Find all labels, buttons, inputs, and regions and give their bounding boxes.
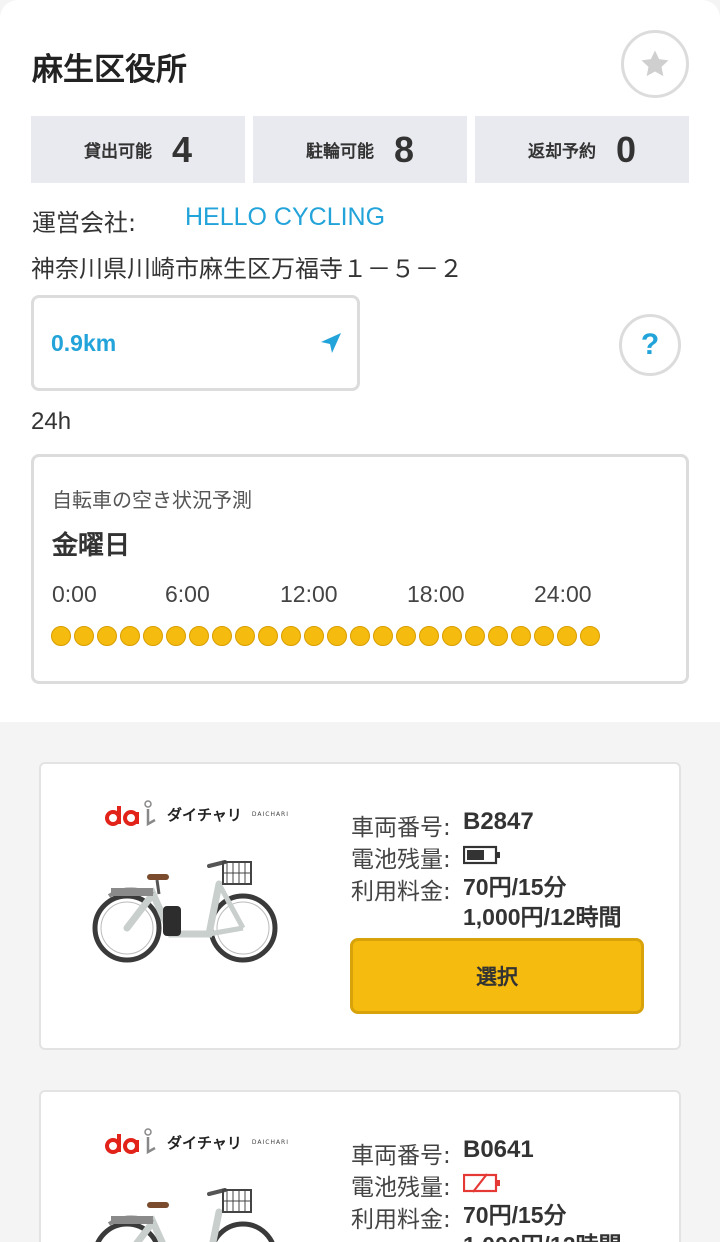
bike-number: B0641 — [463, 1136, 534, 1163]
fee-rate-long: 1,000円/12時間 — [463, 904, 622, 930]
brand-roman: DAICHARI — [251, 1138, 289, 1146]
time-tick: 6:00 — [165, 581, 210, 607]
stat-value: 8 — [393, 128, 415, 170]
opening-hours: 24h — [31, 408, 72, 435]
brand-kana: ダイチャリ — [167, 1133, 242, 1152]
forecast-dot — [350, 626, 370, 646]
forecast-dot — [373, 626, 393, 646]
daichari-logo-icon — [105, 1128, 156, 1155]
time-tick: 0:00 — [52, 581, 97, 607]
distance-value: 0.9km — [51, 330, 117, 356]
fee-label: 利用料金: — [351, 879, 451, 905]
forecast-time-axis: 0:00 6:00 12:00 18:00 24:00 — [34, 581, 686, 611]
forecast-dot — [534, 626, 554, 646]
battery-row: 電池残量: — [351, 840, 622, 873]
brand-roman: DAICHARI — [251, 810, 289, 818]
bike-number: B2847 — [463, 808, 534, 835]
fee-row: 利用料金: 70円/15分 1,000円/12時間 — [351, 1200, 622, 1242]
bike-number-row: 車両番号: B0641 — [351, 1136, 622, 1169]
bike-card: ダイチャリ DAICHARI 車両番号: B2847 電池残量: 利用料金: 7… — [39, 762, 681, 1050]
availability-forecast: 自転車の空き状況予測 金曜日 0:00 6:00 12:00 18:00 24:… — [31, 454, 689, 684]
fee-rate-short: 70円/15分 — [463, 874, 567, 900]
forecast-dot — [488, 626, 508, 646]
forecast-dot — [465, 626, 485, 646]
brand-logo: ダイチャリ DAICHARI — [103, 1126, 289, 1158]
operator-row: 運営会社: HELLO CYCLING — [32, 203, 385, 238]
forecast-dot — [419, 626, 439, 646]
stat-label: 駐輪可能 — [305, 142, 374, 162]
brand-kana: ダイチャリ — [167, 805, 242, 824]
stat-parkable: 駐輪可能 8 — [253, 116, 467, 183]
stat-value: 4 — [171, 128, 193, 170]
battery-icon — [463, 845, 500, 865]
availability-stats: 貸出可能 4 駐輪可能 8 返却予約 0 — [31, 116, 689, 183]
daichari-logo-icon — [105, 800, 156, 827]
forecast-dot — [442, 626, 462, 646]
forecast-dot — [511, 626, 531, 646]
fee-row: 利用料金: 70円/15分 1,000円/12時間 — [351, 872, 622, 932]
forecast-dot — [74, 626, 94, 646]
station-address: 神奈川県川崎市麻生区万福寺１－５－２ — [31, 255, 463, 283]
operator-label: 運営会社: — [32, 209, 137, 237]
forecast-dot — [258, 626, 278, 646]
bike-number-label: 車両番号: — [351, 815, 451, 841]
distance-navigation-button[interactable]: 0.9km — [31, 295, 360, 391]
stat-label: 貸出可能 — [83, 142, 152, 162]
stat-label: 返却予約 — [527, 142, 596, 162]
operator-link[interactable]: HELLO CYCLING — [185, 203, 385, 238]
battery-label: 電池残量: — [351, 1175, 451, 1201]
time-tick: 18:00 — [407, 581, 465, 607]
forecast-dot — [304, 626, 324, 646]
time-tick: 24:00 — [534, 581, 592, 607]
forecast-dot — [396, 626, 416, 646]
forecast-dot — [235, 626, 255, 646]
forecast-dot — [51, 626, 71, 646]
forecast-dot — [166, 626, 186, 646]
forecast-dot — [143, 626, 163, 646]
battery-row: 電池残量: — [351, 1168, 622, 1201]
fee-label: 利用料金: — [351, 1207, 451, 1233]
battery-label: 電池残量: — [351, 847, 451, 873]
bicycle-image — [92, 860, 278, 963]
time-tick: 12:00 — [280, 581, 338, 607]
forecast-dots — [51, 626, 600, 646]
battery-empty-icon — [463, 1173, 500, 1193]
forecast-dot — [189, 626, 209, 646]
stat-rentable: 貸出可能 4 — [31, 116, 245, 183]
bike-card: ダイチャリ DAICHARI 車両番号: B0641 電池残量: 利用料金: 7… — [39, 1090, 681, 1242]
forecast-dot — [580, 626, 600, 646]
fee-rate-long: 1,000円/12時間 — [463, 1230, 622, 1242]
forecast-dot — [97, 626, 117, 646]
forecast-dot — [327, 626, 347, 646]
stat-value: 0 — [615, 128, 637, 170]
star-icon — [641, 50, 669, 77]
bike-info: 車両番号: B0641 電池残量: 利用料金: 70円/15分 1,000円/1… — [351, 1136, 622, 1242]
forecast-dot — [281, 626, 301, 646]
forecast-dot — [120, 626, 140, 646]
station-card: 麻生区役所 貸出可能 4 駐輪可能 8 返却予約 0 運営会社: HELLO C… — [0, 0, 720, 722]
forecast-day: 金曜日 — [52, 531, 131, 561]
bike-number-label: 車両番号: — [351, 1143, 451, 1169]
bike-number-row: 車両番号: B2847 — [351, 808, 622, 841]
favorite-button[interactable] — [621, 30, 689, 98]
bike-info: 車両番号: B2847 電池残量: 利用料金: 70円/15分 1,000円/1… — [351, 808, 622, 932]
forecast-dot — [212, 626, 232, 646]
navigation-arrow-icon — [321, 333, 341, 353]
stat-return-reservations: 返却予約 0 — [475, 116, 689, 183]
fee-rate-short: 70円/15分 — [463, 1202, 567, 1228]
brand-logo: ダイチャリ DAICHARI — [103, 798, 289, 830]
forecast-title: 自転車の空き状況予測 — [52, 488, 252, 512]
station-name: 麻生区役所 — [32, 52, 187, 88]
help-button[interactable]: ? — [619, 314, 681, 376]
select-bike-button[interactable]: 選択 — [350, 938, 644, 1014]
bicycle-image — [95, 1188, 275, 1242]
forecast-dot — [557, 626, 577, 646]
